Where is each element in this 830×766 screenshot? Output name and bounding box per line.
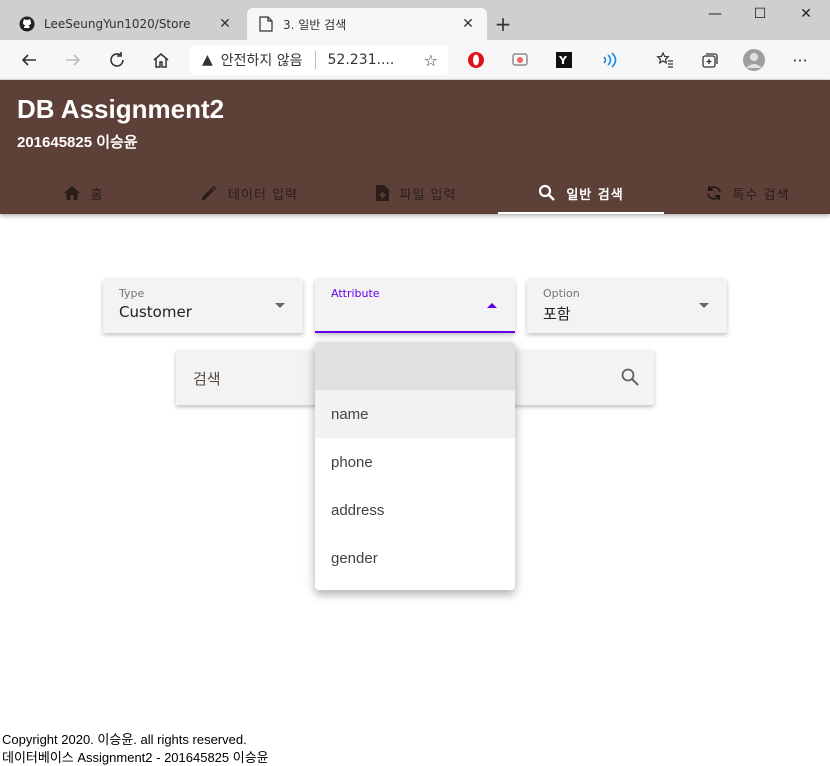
maximize-icon[interactable]: ☐: [745, 6, 775, 26]
search-icon: [538, 184, 556, 202]
app-header: DB Assignment2 201645825 이승윤 홈 데이터 입력 파일…: [0, 80, 830, 214]
attribute-select[interactable]: Attribute: [315, 278, 515, 333]
chevron-up-icon: [487, 303, 497, 308]
opera-extension-icon[interactable]: [464, 48, 488, 72]
refresh-icon[interactable]: [105, 48, 129, 72]
menu-item-empty[interactable]: [315, 342, 515, 390]
refresh-icon: [705, 184, 723, 202]
close-icon[interactable]: ✕: [459, 16, 477, 32]
tab-general-search[interactable]: 일반 검색: [498, 172, 664, 214]
type-select-label: Type: [119, 287, 145, 300]
tab-label: 파일 입력: [399, 187, 457, 203]
more-menu-icon[interactable]: ···: [788, 48, 812, 72]
security-status[interactable]: 안전하지 않음: [221, 50, 303, 70]
menu-item-gender[interactable]: gender: [315, 534, 515, 582]
minimize-icon[interactable]: —: [700, 6, 730, 26]
read-aloud-icon[interactable]: [596, 48, 620, 72]
window-close-icon[interactable]: ✕: [791, 6, 821, 26]
tab-file-input[interactable]: 파일 입력: [332, 172, 498, 214]
tab-label: 일반 검색: [566, 187, 624, 203]
file-add-icon: [374, 184, 390, 202]
y-extension-icon[interactable]: Y: [552, 48, 576, 72]
back-icon[interactable]: [17, 48, 41, 72]
tab-label: 데이터 입력: [228, 187, 298, 203]
footer-copyright: Copyright 2020. 이승윤. all rights reserved…: [2, 732, 247, 747]
browser-toolbar: ▲ 안전하지 않음 52.231.... ☆ Y ···: [0, 40, 830, 80]
footer-course-info: 데이터베이스 Assignment2 - 201645825 이승윤: [2, 750, 269, 765]
option-select[interactable]: Option 포함: [527, 278, 727, 333]
type-select[interactable]: Type Customer: [103, 278, 303, 333]
profile-avatar-icon[interactable]: [742, 48, 766, 72]
tab-special-search[interactable]: 특수 검색: [664, 172, 830, 214]
browser-tab-github[interactable]: LeeSeungYun1020/Store ✕: [8, 8, 244, 40]
type-select-value: Customer: [119, 303, 192, 321]
cast-extension-icon[interactable]: [508, 48, 532, 72]
github-icon: [18, 15, 36, 33]
nav-tabs: 홈 데이터 입력 파일 입력 일반 검색 특수 검색: [0, 172, 830, 214]
browser-tabstrip: LeeSeungYun1020/Store ✕ 3. 일반 검색 ✕ + — ☐…: [0, 0, 830, 40]
collections-icon[interactable]: [697, 48, 721, 72]
menu-item-address[interactable]: address: [315, 486, 515, 534]
home-icon: [63, 184, 81, 202]
pencil-icon: [200, 184, 218, 202]
chevron-down-icon: [699, 303, 709, 308]
app-title: DB Assignment2: [17, 94, 225, 124]
favorite-star-icon[interactable]: ☆: [424, 51, 438, 70]
tab-title: LeeSeungYun1020/Store: [44, 17, 191, 31]
search-icon[interactable]: [620, 367, 640, 391]
option-select-label: Option: [543, 287, 580, 300]
warning-icon[interactable]: ▲: [202, 52, 213, 68]
attribute-select-label: Attribute: [331, 287, 380, 300]
forward-icon[interactable]: [61, 48, 85, 72]
tab-label: 특수 검색: [732, 187, 790, 203]
address-bar[interactable]: ▲ 안전하지 않음 52.231.... ☆: [190, 45, 448, 75]
close-icon[interactable]: ✕: [216, 16, 234, 32]
app-subtitle: 201645825 이승윤: [17, 134, 138, 151]
tab-title: 3. 일반 검색: [283, 17, 347, 32]
footer: Copyright 2020. 이승윤. all rights reserved…: [2, 731, 269, 766]
menu-item-name[interactable]: name: [315, 390, 515, 438]
tab-home[interactable]: 홈: [0, 172, 166, 214]
attribute-dropdown-menu: name phone address gender: [315, 342, 515, 590]
chevron-down-icon: [275, 303, 285, 308]
divider: [314, 51, 316, 69]
new-tab-icon[interactable]: +: [492, 12, 514, 36]
option-select-value: 포함: [543, 305, 571, 323]
search-placeholder: 검색: [193, 370, 221, 388]
svg-text:Y: Y: [558, 54, 568, 67]
favorites-icon[interactable]: [653, 48, 677, 72]
tab-data-input[interactable]: 데이터 입력: [166, 172, 332, 214]
tab-label: 홈: [90, 187, 104, 203]
page-icon: [257, 15, 275, 33]
url-text[interactable]: 52.231....: [328, 52, 424, 68]
browser-tab-search[interactable]: 3. 일반 검색 ✕: [247, 8, 487, 40]
menu-item-phone[interactable]: phone: [315, 438, 515, 486]
home-icon[interactable]: [149, 48, 173, 72]
